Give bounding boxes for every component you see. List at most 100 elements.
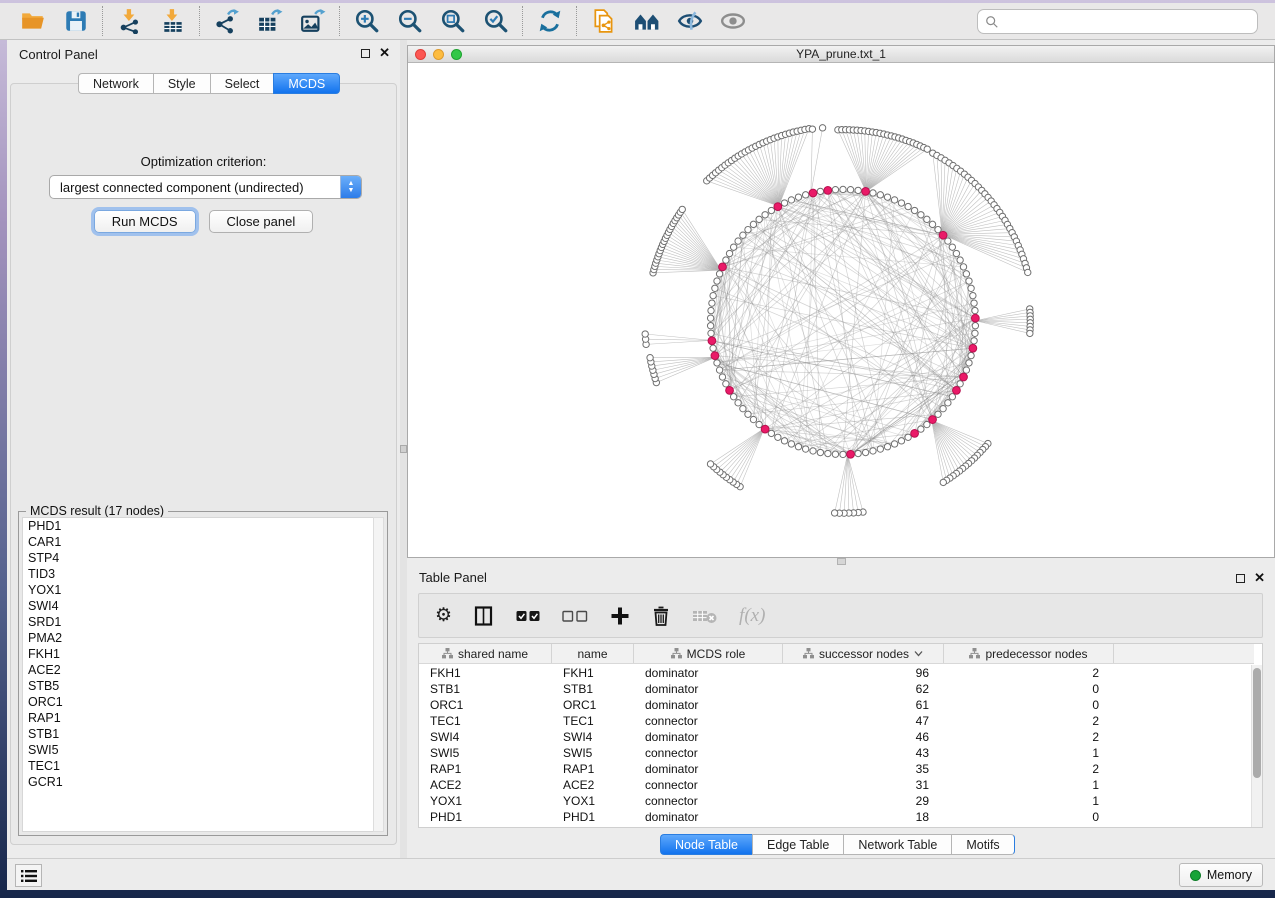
graph-node[interactable] xyxy=(935,226,941,232)
graph-node[interactable] xyxy=(716,271,722,277)
graph-leaf-node[interactable] xyxy=(1025,269,1031,275)
clone-network-button[interactable] xyxy=(590,8,617,35)
tab-motifs[interactable]: Motifs xyxy=(951,834,1014,855)
graph-node[interactable] xyxy=(756,216,762,222)
table-row[interactable]: YOX1YOX1connector291 xyxy=(419,793,1251,809)
graph-node[interactable] xyxy=(740,406,746,412)
graph-leaf-node[interactable] xyxy=(831,510,837,516)
mcds-result-item[interactable]: TID3 xyxy=(23,566,373,582)
scrollbar-thumb[interactable] xyxy=(1253,668,1261,778)
graph-hub-node[interactable] xyxy=(726,386,734,394)
mcds-result-item[interactable]: FKH1 xyxy=(23,646,373,662)
select-all-button[interactable] xyxy=(516,603,541,629)
table-row[interactable]: TEC1TEC1connector472 xyxy=(419,713,1251,729)
graph-node[interactable] xyxy=(723,381,729,387)
graph-node[interactable] xyxy=(949,394,955,400)
graph-node[interactable] xyxy=(710,292,716,298)
graph-node[interactable] xyxy=(970,292,976,298)
graph-node[interactable] xyxy=(971,338,977,344)
mcds-result-item[interactable]: PHD1 xyxy=(23,518,373,534)
graph-node[interactable] xyxy=(735,400,741,406)
graph-node[interactable] xyxy=(968,352,974,358)
close-panel-button[interactable]: Close panel xyxy=(209,210,314,233)
graph-node[interactable] xyxy=(730,394,736,400)
graph-hub-node[interactable] xyxy=(960,373,968,381)
table-row[interactable]: ACE2ACE2connector311 xyxy=(419,777,1251,793)
graph-node[interactable] xyxy=(935,411,941,417)
graph-node[interactable] xyxy=(972,323,978,329)
mcds-result-item[interactable]: SWI5 xyxy=(23,742,373,758)
graph-leaf-node[interactable] xyxy=(1027,330,1033,336)
mcds-result-item[interactable]: ORC1 xyxy=(23,694,373,710)
graph-node[interactable] xyxy=(870,448,876,454)
tab-style[interactable]: Style xyxy=(153,73,210,94)
graph-node[interactable] xyxy=(855,187,861,193)
graph-node[interactable] xyxy=(707,315,713,321)
graph-node[interactable] xyxy=(957,381,963,387)
graph-node[interactable] xyxy=(918,212,924,218)
graph-node[interactable] xyxy=(802,192,808,198)
graph-node[interactable] xyxy=(929,221,935,227)
graph-hub-node[interactable] xyxy=(911,430,919,438)
graph-hub-node[interactable] xyxy=(761,425,769,433)
graph-node[interactable] xyxy=(795,194,801,200)
graph-node[interactable] xyxy=(781,438,787,444)
graph-node[interactable] xyxy=(709,300,715,306)
mcds-result-scrollbar[interactable] xyxy=(373,517,384,832)
graph-node[interactable] xyxy=(768,430,774,436)
mcds-result-item[interactable]: STB5 xyxy=(23,678,373,694)
graph-node[interactable] xyxy=(966,278,972,284)
graph-node[interactable] xyxy=(707,323,713,329)
mcds-result-item[interactable]: SWI4 xyxy=(23,598,373,614)
graph-node[interactable] xyxy=(905,203,911,209)
graph-hub-node[interactable] xyxy=(711,352,719,360)
graph-node[interactable] xyxy=(972,330,978,336)
import-network-button[interactable] xyxy=(116,8,143,35)
graph-node[interactable] xyxy=(714,278,720,284)
graph-leaf-node[interactable] xyxy=(707,461,713,467)
graph-node[interactable] xyxy=(832,451,838,457)
graph-hub-node[interactable] xyxy=(809,189,817,197)
graph-node[interactable] xyxy=(953,250,959,256)
graph-node[interactable] xyxy=(708,330,714,336)
mcds-result-item[interactable]: STB1 xyxy=(23,726,373,742)
graph-node[interactable] xyxy=(719,374,725,380)
graph-node[interactable] xyxy=(971,300,977,306)
tab-network-table[interactable]: Network Table xyxy=(843,834,951,855)
save-session-button[interactable] xyxy=(62,8,89,35)
mcds-result-item[interactable]: PMA2 xyxy=(23,630,373,646)
graph-node[interactable] xyxy=(840,186,846,192)
mcds-result-item[interactable]: RAP1 xyxy=(23,710,373,726)
import-table-button[interactable] xyxy=(159,8,186,35)
graph-node[interactable] xyxy=(745,226,751,232)
graph-node[interactable] xyxy=(708,307,714,313)
table-row[interactable]: FKH1FKH1dominator962 xyxy=(419,665,1251,681)
graph-hub-node[interactable] xyxy=(719,263,727,271)
mcds-result-item[interactable]: GCR1 xyxy=(23,774,373,790)
run-mcds-button[interactable]: Run MCDS xyxy=(94,210,196,233)
table-row[interactable]: RAP1RAP1dominator352 xyxy=(419,761,1251,777)
graph-node[interactable] xyxy=(966,360,972,366)
graph-leaf-node[interactable] xyxy=(924,146,930,152)
graph-node[interactable] xyxy=(918,426,924,432)
graph-node[interactable] xyxy=(750,416,756,422)
float-panel-icon[interactable] xyxy=(361,49,370,58)
deselect-all-button[interactable] xyxy=(562,603,589,629)
graph-node[interactable] xyxy=(730,244,736,250)
optimization-criterion-select[interactable]: largest connected component (undirected)… xyxy=(49,175,362,199)
mcds-result-item[interactable]: STP4 xyxy=(23,550,373,566)
graph-leaf-node[interactable] xyxy=(819,125,825,131)
table-row[interactable]: SWI4SWI4dominator462 xyxy=(419,729,1251,745)
graph-leaf-node[interactable] xyxy=(647,355,653,361)
graph-node[interactable] xyxy=(788,441,794,447)
graph-node[interactable] xyxy=(768,207,774,213)
graph-node[interactable] xyxy=(905,434,911,440)
zoom-in-button[interactable] xyxy=(353,8,380,35)
network-graph[interactable] xyxy=(408,63,1274,557)
close-table-panel-icon[interactable]: ✕ xyxy=(1254,573,1265,583)
delete-table-button[interactable] xyxy=(692,603,718,629)
graph-node[interactable] xyxy=(825,450,831,456)
task-history-button[interactable] xyxy=(15,864,42,887)
graph-leaf-node[interactable] xyxy=(809,126,815,132)
graph-node[interactable] xyxy=(898,438,904,444)
